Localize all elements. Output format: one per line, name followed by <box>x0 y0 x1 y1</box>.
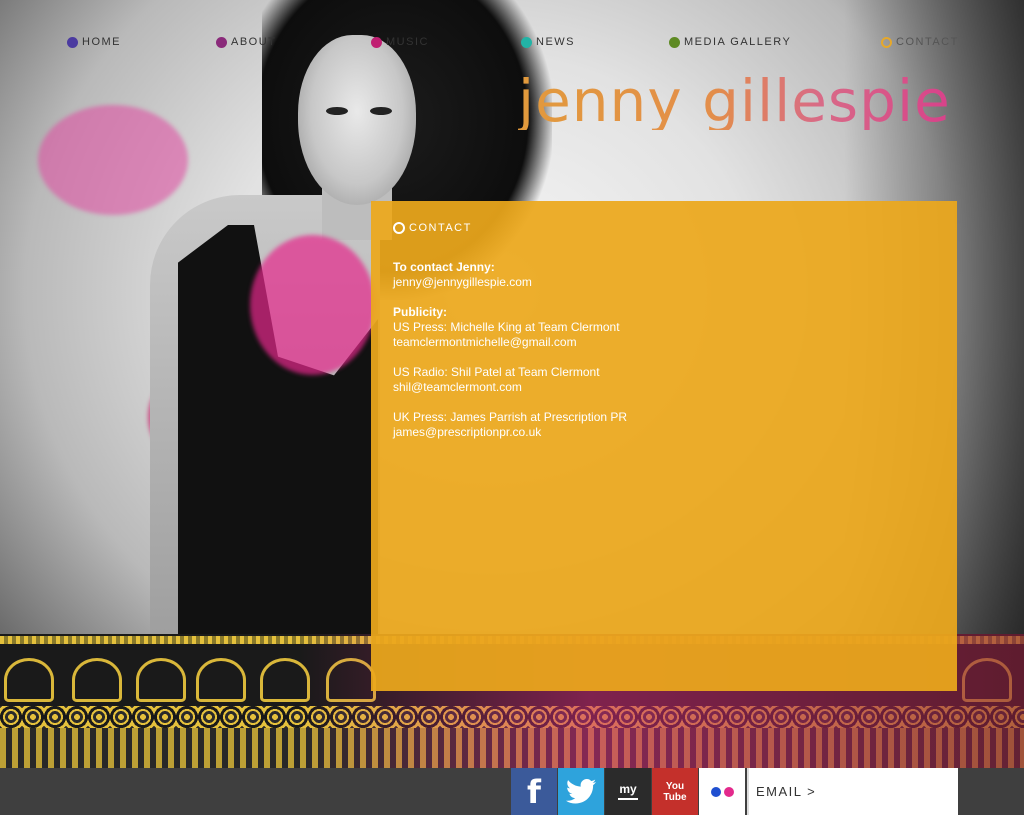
facebook-button[interactable]: f <box>511 768 557 815</box>
email-signup-button[interactable]: EMAIL > <box>747 768 958 815</box>
twitter-icon <box>566 778 596 803</box>
nav-media-gallery[interactable]: MEDIA GALLERY <box>669 36 791 48</box>
nav-dot-icon <box>371 36 382 48</box>
nav-dot-icon <box>67 36 78 48</box>
contact-block: Publicity: US Press: Michelle King at Te… <box>393 305 913 350</box>
circle-icon <box>393 222 405 234</box>
peacock-motif <box>72 658 122 702</box>
contact-details: To contact Jenny: jenny@jennygillespie.c… <box>393 260 913 455</box>
nav-home[interactable]: HOME <box>67 36 121 48</box>
nav-label: ABOUT <box>231 36 277 48</box>
contact-line: US Press: Michelle King at Team Clermont <box>393 320 620 334</box>
contact-line: US Radio: Shil Patel at Team Clermont <box>393 365 600 379</box>
nav-dot-icon <box>521 36 532 48</box>
twitter-button[interactable] <box>558 768 604 815</box>
nav-label: CONTACT <box>896 36 959 48</box>
main-nav: HOME ABOUT MUSIC NEWS MEDIA GALLERY CONT… <box>0 36 1024 52</box>
block-title: To contact Jenny: <box>393 260 495 274</box>
contact-block: UK Press: James Parrish at Prescription … <box>393 410 913 440</box>
panel-heading: CONTACT <box>393 222 472 234</box>
myspace-icon: my <box>619 782 637 796</box>
nav-label: MUSIC <box>386 36 429 48</box>
nav-label: NEWS <box>536 36 575 48</box>
pink-splash <box>38 105 188 215</box>
nav-dot-icon <box>881 36 892 48</box>
flickr-pink-dot <box>723 786 734 797</box>
contact-panel: CONTACT To contact Jenny: jenny@jennygil… <box>371 201 957 691</box>
site-logo[interactable]: jenny gillespie <box>518 72 951 130</box>
footer-bar: f my You Tube EMAIL > <box>0 768 1024 815</box>
eye-left <box>326 107 348 115</box>
contact-email-link[interactable]: shil@teamclermont.com <box>393 380 913 395</box>
nav-news[interactable]: NEWS <box>521 36 575 48</box>
myspace-underline <box>618 798 638 800</box>
block-title: Publicity: <box>393 305 448 319</box>
youtube-icon: You Tube <box>663 780 687 803</box>
nav-music[interactable]: MUSIC <box>371 36 429 48</box>
nav-contact[interactable]: CONTACT <box>881 36 959 48</box>
contact-line: UK Press: James Parrish at Prescription … <box>393 410 628 424</box>
pink-splash <box>250 235 375 375</box>
nav-dot-icon <box>669 36 680 48</box>
contact-email-link[interactable]: teamclermontmichelle@gmail.com <box>393 335 913 350</box>
eye-right <box>370 107 392 115</box>
facebook-icon: f <box>527 772 541 811</box>
flickr-icon <box>710 786 734 797</box>
youtube-button[interactable]: You Tube <box>652 768 698 815</box>
flickr-button[interactable] <box>699 768 745 815</box>
contact-email-link[interactable]: james@prescriptionpr.co.uk <box>393 425 913 440</box>
contact-block: To contact Jenny: jenny@jennygillespie.c… <box>393 260 913 290</box>
contact-block: US Radio: Shil Patel at Team Clermont sh… <box>393 365 913 395</box>
myspace-button[interactable]: my <box>605 768 651 815</box>
nav-about[interactable]: ABOUT <box>216 36 276 48</box>
contact-email-link[interactable]: jenny@jennygillespie.com <box>393 275 913 290</box>
peacock-motif <box>196 658 246 702</box>
face-shape <box>298 35 416 205</box>
nav-label: HOME <box>82 36 121 48</box>
flickr-blue-dot <box>710 786 721 797</box>
nav-label: MEDIA GALLERY <box>684 36 792 48</box>
peacock-motif <box>136 658 186 702</box>
nav-dot-icon <box>216 36 227 48</box>
panel-title: CONTACT <box>409 222 472 234</box>
peacock-motif <box>4 658 54 702</box>
